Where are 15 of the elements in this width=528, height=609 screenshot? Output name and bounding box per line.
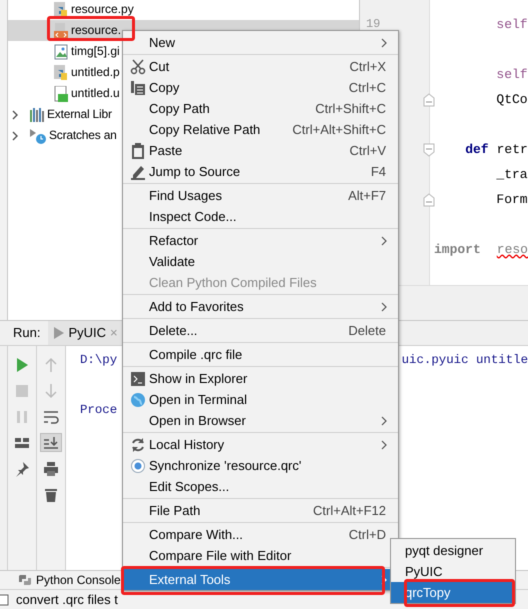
status-text: convert .qrc files t: [16, 592, 118, 608]
code-token: self: [496, 66, 528, 82]
code-token: _tra: [496, 166, 528, 182]
line-number: 19: [366, 17, 380, 32]
code-token: Form: [496, 192, 528, 208]
code-token: self: [496, 16, 528, 32]
code-token: def: [465, 142, 489, 158]
code-token: retr: [496, 142, 528, 158]
code-token: reso: [496, 242, 528, 258]
run-label: Run:: [13, 325, 40, 341]
console-text: D:\py: [80, 353, 118, 369]
console-text: uic.pyuic untitle: [402, 353, 528, 369]
console-text: Proce: [80, 403, 118, 419]
code-token: import: [434, 242, 481, 258]
code-token: QtCo: [496, 92, 528, 108]
